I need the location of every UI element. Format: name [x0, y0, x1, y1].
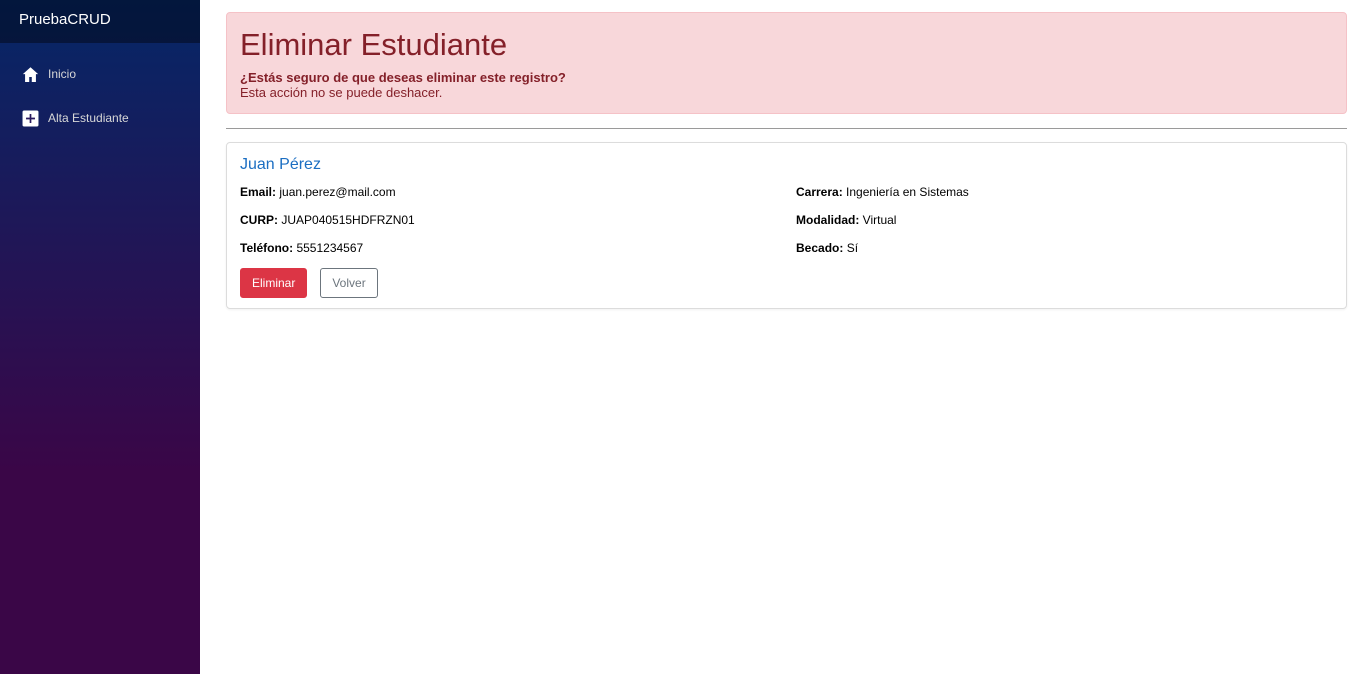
delete-button[interactable]: Eliminar — [240, 268, 308, 298]
sidebar-item-label: Alta Estudiante — [48, 111, 129, 125]
field-label: Modalidad: — [796, 213, 860, 227]
field-label: Becado: — [796, 241, 844, 255]
field-modalidad: Modalidad: Virtual — [796, 206, 1333, 234]
field-value: Ingeniería en Sistemas — [846, 185, 969, 199]
field-email: Email: juan.perez@mail.com — [240, 178, 796, 206]
field-value: juan.perez@mail.com — [279, 185, 396, 199]
field-label: Email: — [240, 185, 277, 199]
divider — [226, 128, 1347, 129]
field-telefono: Teléfono: 5551234567 — [240, 234, 796, 262]
field-carrera: Carrera: Ingeniería en Sistemas — [796, 178, 1333, 206]
page-title: Eliminar Estudiante — [240, 27, 508, 62]
field-value: Sí — [846, 241, 859, 255]
back-button[interactable]: Volver — [320, 268, 378, 298]
field-curp: CURP: JUAP040515HDFRZN01 — [240, 206, 796, 234]
confirmation-question: ¿Estás seguro de que deseas eliminar est… — [240, 70, 566, 85]
field-label: Carrera: — [796, 185, 843, 199]
sidebar-nav: Inicio Alta Estudiante — [0, 43, 200, 140]
warning-text: Esta acción no se puede deshacer. — [240, 85, 443, 100]
card-actions: Eliminar Volver — [240, 268, 1333, 298]
field-label: CURP: — [240, 213, 278, 227]
field-value: 5551234567 — [296, 241, 364, 255]
student-card: Juan Pérez Email: juan.perez@mail.com Ca… — [226, 142, 1347, 309]
brand-title[interactable]: PruebaCRUD — [0, 0, 200, 43]
student-details: Email: juan.perez@mail.com Carrera: Inge… — [240, 178, 1333, 262]
student-name: Juan Pérez — [240, 156, 321, 173]
field-label: Teléfono: — [240, 241, 294, 255]
plus-square-icon — [20, 108, 40, 128]
field-value: JUAP040515HDFRZN01 — [281, 213, 415, 227]
delete-confirmation-alert: Eliminar Estudiante ¿Estás seguro de que… — [226, 12, 1347, 114]
home-icon — [20, 64, 40, 84]
sidebar-item-inicio[interactable]: Inicio — [0, 52, 200, 96]
sidebar-item-alta-estudiante[interactable]: Alta Estudiante — [0, 96, 200, 140]
field-value: Virtual — [862, 213, 897, 227]
sidebar: PruebaCRUD Inicio Alta Estudiante — [0, 0, 200, 674]
main-content: Eliminar Estudiante ¿Estás seguro de que… — [226, 12, 1347, 309]
field-becado: Becado: Sí — [796, 234, 1333, 262]
sidebar-item-label: Inicio — [48, 67, 77, 81]
